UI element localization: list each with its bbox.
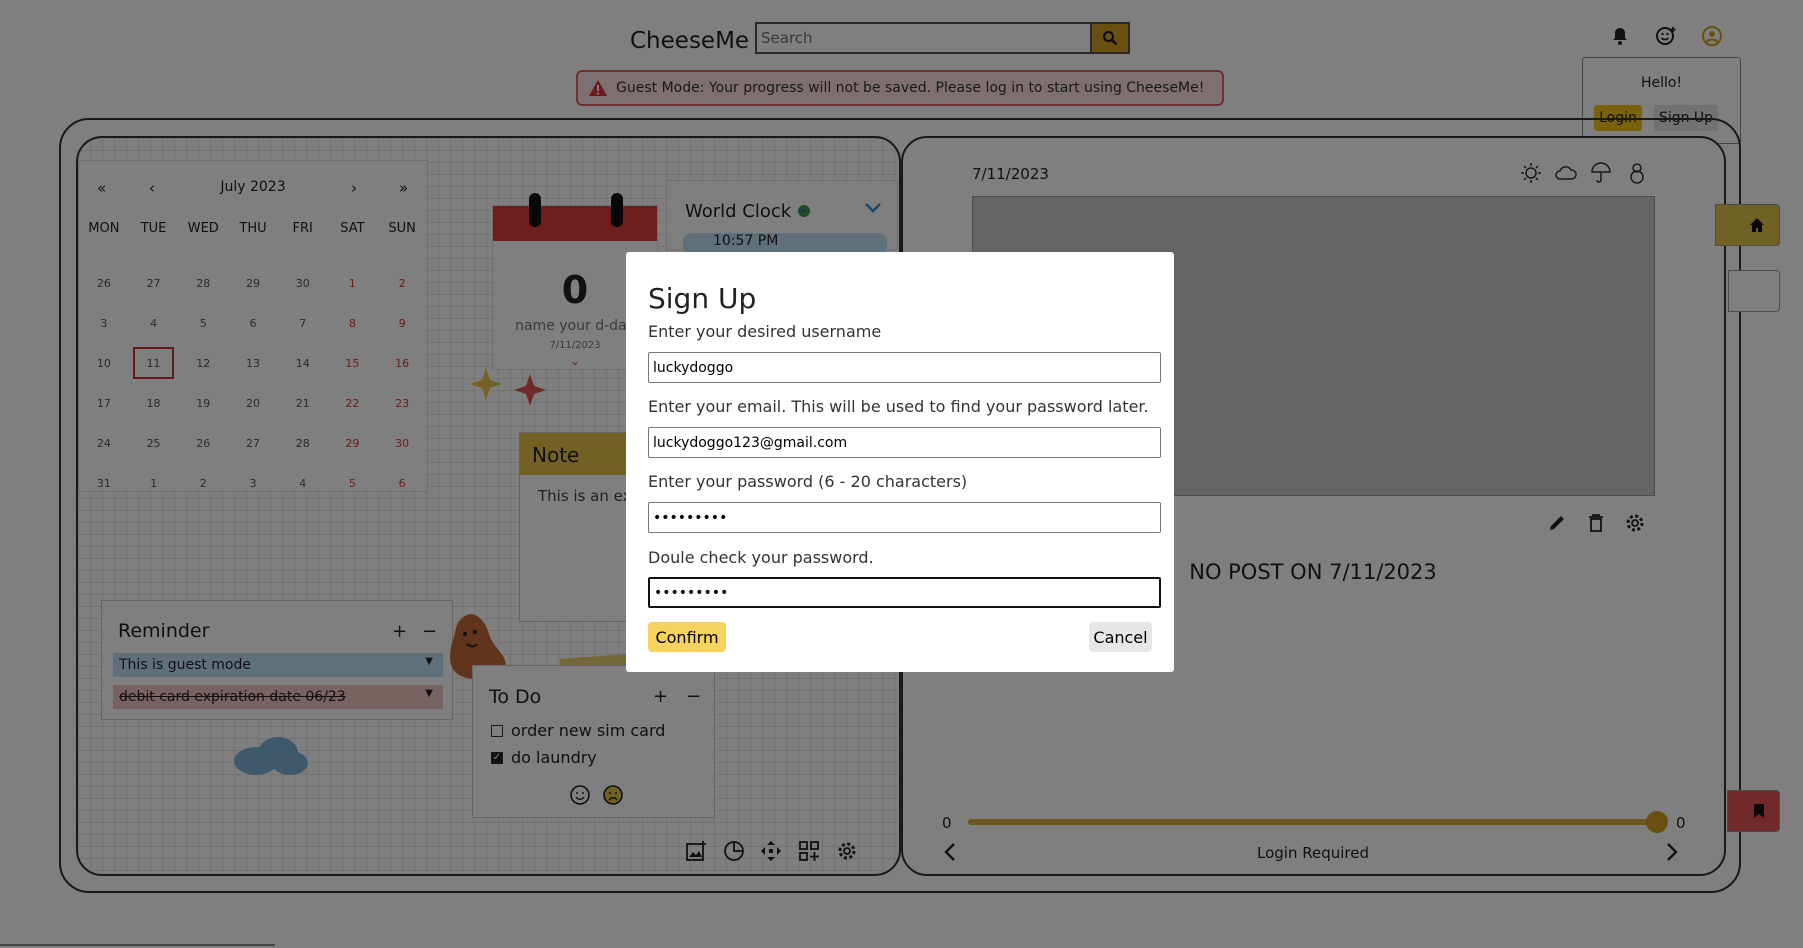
confirm-password-label: Doule check your password. (648, 548, 874, 567)
password-label: Enter your password (6 - 20 characters) (648, 472, 968, 491)
username-label: Enter your desired username (648, 322, 882, 341)
email-label: Enter your email. This will be used to f… (648, 397, 1149, 416)
bottom-divider (0, 944, 275, 946)
modal-title: Sign Up (648, 282, 757, 315)
email-field[interactable] (648, 427, 1161, 458)
username-field[interactable] (648, 352, 1161, 383)
confirm-password-field[interactable] (648, 577, 1161, 608)
signup-modal: Sign Up Enter your desired username Ente… (626, 252, 1174, 672)
cancel-button[interactable]: Cancel (1089, 622, 1152, 652)
password-field[interactable] (648, 502, 1161, 533)
confirm-button[interactable]: Confirm (648, 622, 726, 652)
